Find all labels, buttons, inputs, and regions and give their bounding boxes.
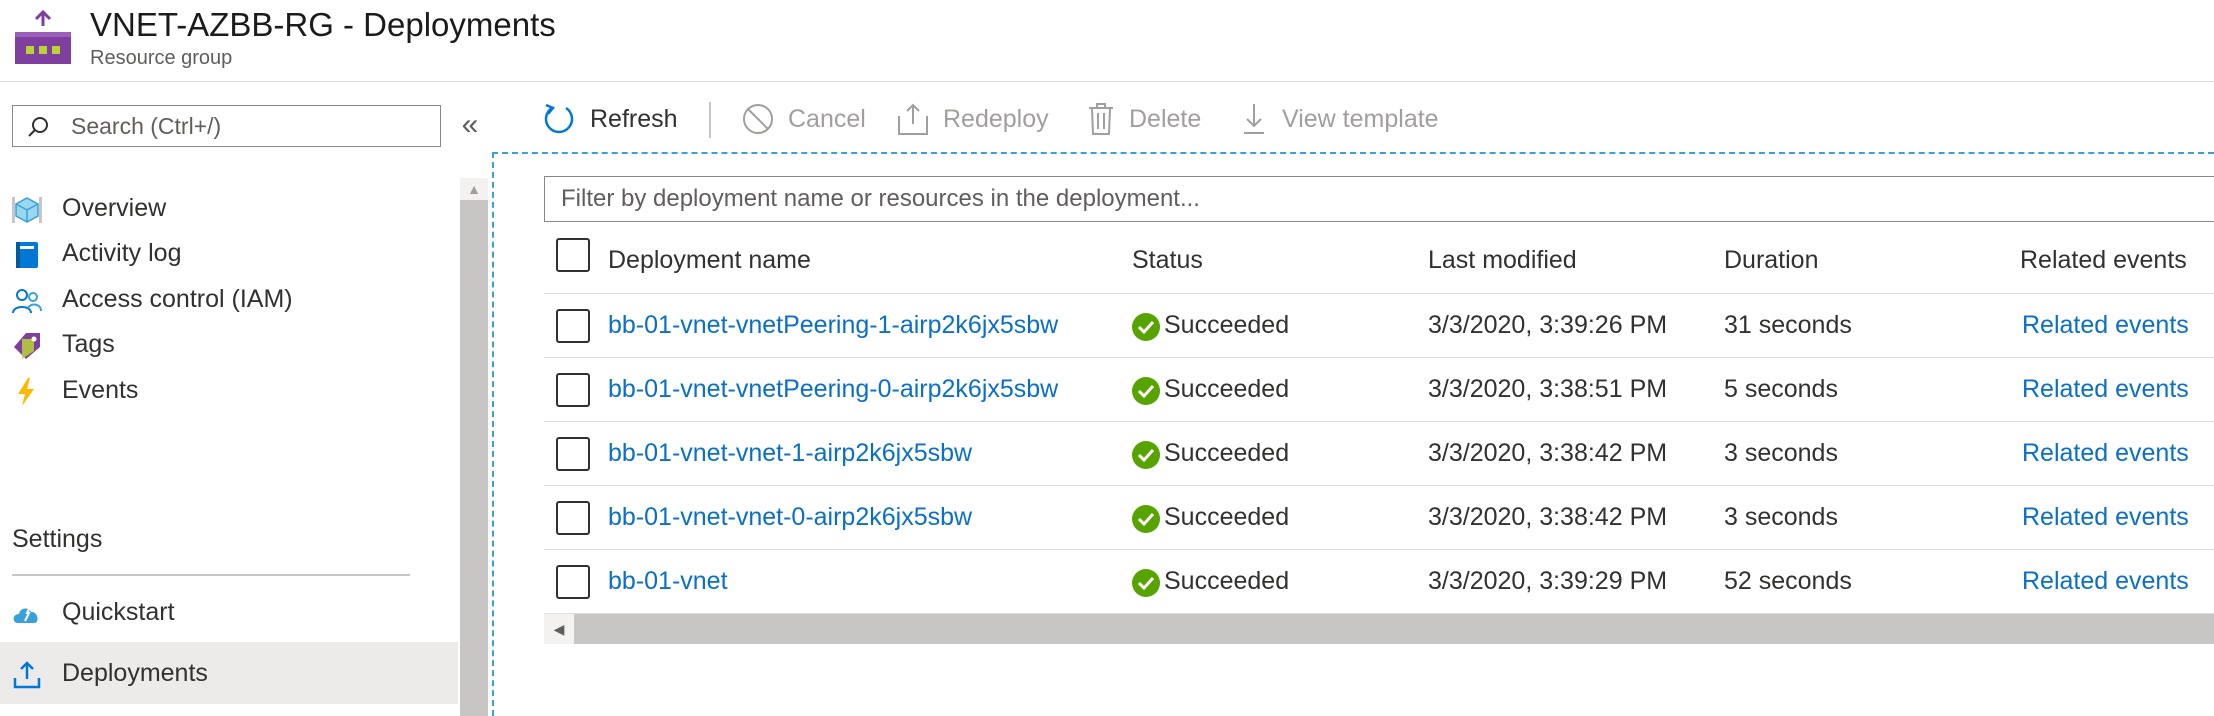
last-modified-text: 3/3/2020, 3:38:42 PM	[1428, 439, 1668, 467]
row-checkbox[interactable]	[556, 501, 590, 535]
success-check-icon	[1132, 377, 1160, 405]
collapse-menu-button[interactable]: «	[456, 110, 484, 140]
menu-search-box[interactable]	[12, 105, 441, 147]
related-events-link[interactable]: Related events	[2022, 294, 2189, 357]
resource-menu: « Overview Activity log Access control (…	[0, 82, 492, 716]
tag-icon	[14, 333, 40, 359]
status-text: Succeeded	[1164, 375, 1290, 403]
nav-item-quickstart[interactable]: Quickstart	[0, 581, 458, 643]
nav-item-deployments[interactable]: Deployments	[0, 642, 458, 704]
success-check-icon	[1132, 505, 1160, 533]
filter-box[interactable]	[544, 176, 2214, 222]
table-horizontal-scrollbar[interactable]: ◀	[544, 614, 2214, 644]
table-row: bb-01-vnet-vnetPeering-0-airp2k6jx5sbw S…	[544, 358, 2214, 422]
section-divider	[12, 574, 410, 576]
download-icon	[1244, 104, 1264, 134]
deployment-name-link[interactable]: bb-01-vnet-vnetPeering-0-airp2k6jx5sbw	[608, 358, 1058, 421]
table-row: bb-01-vnet-vnet-1-airp2k6jx5sbw Succeede…	[544, 422, 2214, 486]
filter-input[interactable]	[561, 177, 2201, 221]
page-subtitle: Resource group	[90, 47, 233, 69]
menu-scrollbar[interactable]	[460, 178, 488, 716]
success-check-icon	[1132, 441, 1160, 469]
scroll-up-arrow-icon[interactable]: ▲	[460, 178, 488, 200]
column-header-status[interactable]: Status	[1132, 242, 1203, 278]
toolbar-separator	[709, 102, 711, 138]
duration-text: 3 seconds	[1724, 503, 1838, 531]
success-check-icon	[1132, 313, 1160, 341]
cancel-icon	[743, 104, 773, 134]
status-text: Succeeded	[1164, 311, 1290, 339]
related-events-link[interactable]: Related events	[2022, 422, 2189, 485]
last-modified-text: 3/3/2020, 3:39:26 PM	[1428, 311, 1668, 339]
cancel-label: Cancel	[788, 104, 866, 133]
refresh-button[interactable]: Refresh	[542, 96, 678, 142]
column-header-duration[interactable]: Duration	[1724, 242, 1819, 278]
last-modified-text: 3/3/2020, 3:39:29 PM	[1428, 567, 1668, 595]
cloud-quickstart-icon	[13, 606, 38, 623]
column-header-last-modified[interactable]: Last modified	[1428, 242, 1577, 278]
page-title: VNET-AZBB-RG - Deployments	[90, 6, 556, 43]
delete-button[interactable]: Delete	[1087, 96, 1201, 142]
last-modified-text: 3/3/2020, 3:38:42 PM	[1428, 503, 1668, 531]
refresh-label: Refresh	[590, 104, 678, 133]
deployment-name-link[interactable]: bb-01-vnet	[608, 550, 728, 613]
redeploy-icon	[898, 103, 928, 135]
last-modified-text: 3/3/2020, 3:38:51 PM	[1428, 375, 1668, 403]
view-template-button[interactable]: View template	[1240, 96, 1439, 142]
search-icon	[28, 117, 48, 137]
table-row: bb-01-vnet-vnet-0-airp2k6jx5sbw Succeede…	[544, 486, 2214, 550]
table-row: bb-01-vnet-vnetPeering-1-airp2k6jx5sbw S…	[544, 294, 2214, 358]
nav-label: Quickstart	[62, 598, 175, 626]
cancel-button[interactable]: Cancel	[742, 96, 866, 142]
row-checkbox[interactable]	[556, 373, 590, 407]
section-title-settings: Settings	[12, 525, 103, 553]
status-text: Succeeded	[1164, 503, 1290, 531]
deployment-name-link[interactable]: bb-01-vnet-vnetPeering-1-airp2k6jx5sbw	[608, 294, 1058, 357]
search-input[interactable]	[71, 106, 431, 146]
view-template-label: View template	[1282, 104, 1439, 133]
trash-icon	[1089, 103, 1113, 135]
nav-label: Deployments	[62, 659, 208, 687]
deployments-content: Refresh Cancel Redeploy Delete View temp…	[492, 82, 2214, 716]
deployment-name-link[interactable]: bb-01-vnet-vnet-1-airp2k6jx5sbw	[608, 422, 972, 485]
refresh-icon	[544, 103, 574, 134]
duration-text: 52 seconds	[1724, 567, 1852, 595]
nav-label: Events	[62, 376, 139, 404]
row-checkbox[interactable]	[556, 437, 590, 471]
activity-log-icon	[16, 242, 38, 268]
status-text: Succeeded	[1164, 439, 1290, 467]
iam-people-icon	[12, 289, 42, 314]
duration-text: 31 seconds	[1724, 311, 1852, 339]
nav-item-events[interactable]: Events	[0, 359, 458, 421]
related-events-link[interactable]: Related events	[2022, 358, 2189, 421]
duration-text: 3 seconds	[1724, 439, 1838, 467]
deployment-name-link[interactable]: bb-01-vnet-vnet-0-airp2k6jx5sbw	[608, 486, 972, 549]
column-header-related-events[interactable]: Related events	[2020, 242, 2187, 278]
scroll-left-arrow-icon[interactable]: ◀	[544, 614, 574, 644]
select-all-checkbox[interactable]	[556, 238, 590, 272]
related-events-link[interactable]: Related events	[2022, 550, 2189, 613]
row-checkbox[interactable]	[556, 565, 590, 599]
deployments-upload-icon	[13, 661, 41, 689]
row-checkbox[interactable]	[556, 309, 590, 343]
redeploy-label: Redeploy	[943, 104, 1049, 133]
table-row: bb-01-vnet Succeeded 3/3/2020, 3:39:29 P…	[544, 550, 2214, 614]
redeploy-button[interactable]: Redeploy	[897, 96, 1049, 142]
overview-cube-icon	[12, 197, 42, 223]
column-header-name[interactable]: Deployment name	[608, 242, 811, 278]
blade-header: VNET-AZBB-RG - Deployments Resource grou…	[0, 0, 2214, 82]
lightning-icon	[18, 378, 34, 406]
success-check-icon	[1132, 569, 1160, 597]
related-events-link[interactable]: Related events	[2022, 486, 2189, 549]
status-text: Succeeded	[1164, 567, 1290, 595]
duration-text: 5 seconds	[1724, 375, 1838, 403]
resource-group-icon	[15, 10, 71, 64]
delete-label: Delete	[1129, 104, 1202, 133]
